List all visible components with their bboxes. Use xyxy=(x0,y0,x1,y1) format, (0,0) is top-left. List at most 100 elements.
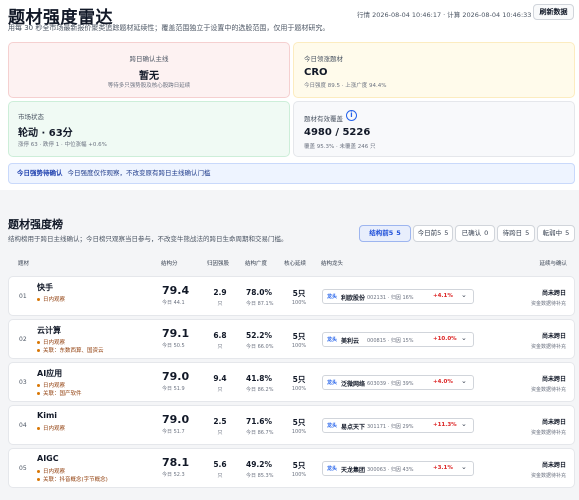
continuation-pct: 100% xyxy=(291,429,307,435)
tab-2[interactable]: 今日前5 5 xyxy=(413,225,453,242)
col-retention: 归因强股 xyxy=(207,261,230,267)
theme-name[interactable]: AIGC xyxy=(37,454,59,463)
theme-tag: 关联：国产软件 xyxy=(37,389,82,397)
info-icon[interactable]: i xyxy=(346,110,357,121)
status-text: 尚未跨日 xyxy=(541,462,566,469)
status-text: 尚未跨日 xyxy=(541,333,566,340)
overview-panel: 题材强度雷达 用每 30 秒全市场最新报价聚类追踪题材延续性；覆盖范围独立于设置… xyxy=(0,0,579,190)
leader-select[interactable]: 龙头 易点天下 301171 · 归因 29% +11.3% ⌄ xyxy=(322,418,474,433)
breadth-today: 今日 86.2% xyxy=(246,387,274,393)
notice-text: 今日强度仅作观察，不改变原有跨日主线确认门槛 xyxy=(67,169,211,177)
market-state-value: 轮动 · 63分 xyxy=(18,128,73,139)
table-row[interactable]: 05 AIGC 日内观察 关联：抖音概念(字节概念) 78.1 今日 52.3 5… xyxy=(8,448,575,488)
table-row[interactable]: 03 AI应用 日内观察 关联：国产软件 79.0 今日 51.9 9.4 只 4… xyxy=(8,362,575,402)
today-score: 今日 51.9 xyxy=(162,386,185,392)
leader-select[interactable]: 龙头 美利云 000815 · 归因 15% +10.0% ⌄ xyxy=(322,332,474,347)
theme-name[interactable]: 云计算 xyxy=(37,325,61,336)
continuation-pct: 100% xyxy=(291,386,307,392)
tab-5[interactable]: 転弱中 5 xyxy=(537,225,575,242)
chevron-down-icon[interactable]: ⌄ xyxy=(461,291,467,299)
leader-meta: 301171 · 归因 29% xyxy=(367,423,414,430)
chevron-down-icon[interactable]: ⌄ xyxy=(461,420,467,428)
tab-count: 0 xyxy=(484,229,489,237)
coverage-card: 题材有效覆盖 i 4980 / 5226 覆盖 95.3% · 未覆盖 246 … xyxy=(293,101,575,157)
status-sub: 资金数据待补充 xyxy=(530,344,566,350)
tab-3[interactable]: 已确认 0 xyxy=(455,225,495,242)
table-row[interactable]: 02 云计算 日内观察 关联：东数西算、国资云 79.1 今日 50.5 6.8 … xyxy=(8,319,575,359)
breadth-value: 78.0% xyxy=(246,288,273,297)
tab-1[interactable]: 结构前5 5 xyxy=(359,225,411,242)
continuation-value: 5只 xyxy=(292,461,306,470)
col-leader: 结构龙头 xyxy=(321,261,344,267)
market-state-card: 市场状态 轮动 · 63分 涨停 63 · 跌停 1 · 中位涨幅 +0.6% xyxy=(8,101,290,157)
status-sub: 资金数据待补充 xyxy=(530,473,566,479)
theme-tag: 日内观察 xyxy=(37,381,65,389)
row-rank: 03 xyxy=(19,379,27,386)
table-row[interactable]: 01 快手 日内观察 79.4 今日 44.1 2.9 只 78.0% 今日 8… xyxy=(8,276,575,316)
tab-count: 5 xyxy=(444,229,449,237)
leader-change: +4.1% xyxy=(433,293,453,299)
ranking-title: 题材强度榜 xyxy=(8,218,63,231)
leader-badge: 龙头 xyxy=(327,337,338,343)
status-text: 尚未跨日 xyxy=(541,419,566,426)
confirmation-notice: 今日强势待确认 今日强度仅作观察，不改变原有跨日主线确认门槛 xyxy=(8,163,575,184)
leader-name: 利欧股份 xyxy=(341,295,366,302)
status-text: 尚未跨日 xyxy=(541,376,566,383)
today-score: 今日 50.5 xyxy=(162,343,185,349)
notice-title: 今日强势待确认 xyxy=(17,169,63,177)
leader-name: 美利云 xyxy=(341,338,360,345)
leader-badge: 龙头 xyxy=(327,423,338,429)
leading-theme-card: 今日领涨题材 CRO 今日强度 89.5 · 上涨广度 94.4% xyxy=(293,42,575,98)
continuation-pct: 100% xyxy=(291,300,307,306)
leader-meta: 300063 · 归因 43% xyxy=(367,466,414,473)
leader-name: 泛微网络 xyxy=(341,381,366,388)
leader-select[interactable]: 龙头 泛微网络 603039 · 归因 39% +4.0% ⌄ xyxy=(322,375,474,390)
leading-theme-label: 今日领涨题材 xyxy=(304,55,343,63)
row-rank: 05 xyxy=(19,465,27,472)
retention-unit: 只 xyxy=(217,301,223,307)
retention-value: 2.5 xyxy=(213,417,227,426)
retention-unit: 只 xyxy=(217,344,223,350)
retention-value: 9.4 xyxy=(213,374,227,383)
leader-change: +4.0% xyxy=(433,379,453,385)
structure-score: 79.1 xyxy=(162,327,190,340)
table-row[interactable]: 04 Kimi 日内观察 79.0 今日 51.7 2.5 只 71.6% 今日… xyxy=(8,405,575,445)
continuation-value: 5只 xyxy=(292,332,306,341)
today-score: 今日 52.3 xyxy=(162,472,185,478)
breadth-value: 41.8% xyxy=(246,374,273,383)
leader-meta: 002131 · 归因 16% xyxy=(367,294,414,301)
continuation-pct: 100% xyxy=(291,472,307,478)
row-rank: 01 xyxy=(19,293,27,300)
col-breadth: 结构广度 xyxy=(245,261,268,267)
leader-name: 易点天下 xyxy=(341,424,366,431)
tab-4[interactable]: 待跨日 5 xyxy=(497,225,535,242)
theme-name[interactable]: 快手 xyxy=(37,282,53,293)
data-timestamps: 行情 2026-08-04 10:46:17 · 计算 2026-08-04 1… xyxy=(357,11,532,19)
row-rank: 04 xyxy=(19,422,27,429)
leader-change: +11.3% xyxy=(433,422,457,428)
theme-name[interactable]: Kimi xyxy=(37,411,57,420)
status-sub: 资金数据待补充 xyxy=(530,387,566,393)
chevron-down-icon[interactable]: ⌄ xyxy=(461,377,467,385)
breadth-today: 今日 87.1% xyxy=(246,301,274,307)
structure-score: 79.0 xyxy=(162,370,190,383)
theme-name[interactable]: AI应用 xyxy=(37,368,62,379)
refresh-button[interactable]: 刷新数据 xyxy=(533,4,574,20)
col-theme: 题材 xyxy=(18,261,30,267)
col-score: 结构分 xyxy=(161,261,178,267)
col-continuation: 核心延续 xyxy=(284,261,307,267)
chevron-down-icon[interactable]: ⌄ xyxy=(461,334,467,342)
theme-tag: 日内观察 xyxy=(37,467,65,475)
chevron-down-icon[interactable]: ⌄ xyxy=(461,463,467,471)
leader-meta: 000815 · 归因 15% xyxy=(367,337,414,344)
retention-value: 6.8 xyxy=(213,331,227,340)
leader-select[interactable]: 龙头 天龙集团 300063 · 归因 43% +3.1% ⌄ xyxy=(322,461,474,476)
leader-select[interactable]: 龙头 利欧股份 002131 · 归因 16% +4.1% ⌄ xyxy=(322,289,474,304)
ranking-subtitle: 结构榜用于跨日主线确认；今日榜只观察当日参与，不改变牛熊战法的跨日生命周期和交易… xyxy=(8,235,288,243)
breadth-value: 71.6% xyxy=(246,417,273,426)
breadth-value: 49.2% xyxy=(246,460,273,469)
theme-tag: 关联：东数西算、国资云 xyxy=(37,346,104,354)
continuation-pct: 100% xyxy=(291,343,307,349)
coverage-sub: 覆盖 95.3% · 未覆盖 246 只 xyxy=(304,144,376,150)
breadth-value: 52.2% xyxy=(246,331,273,340)
